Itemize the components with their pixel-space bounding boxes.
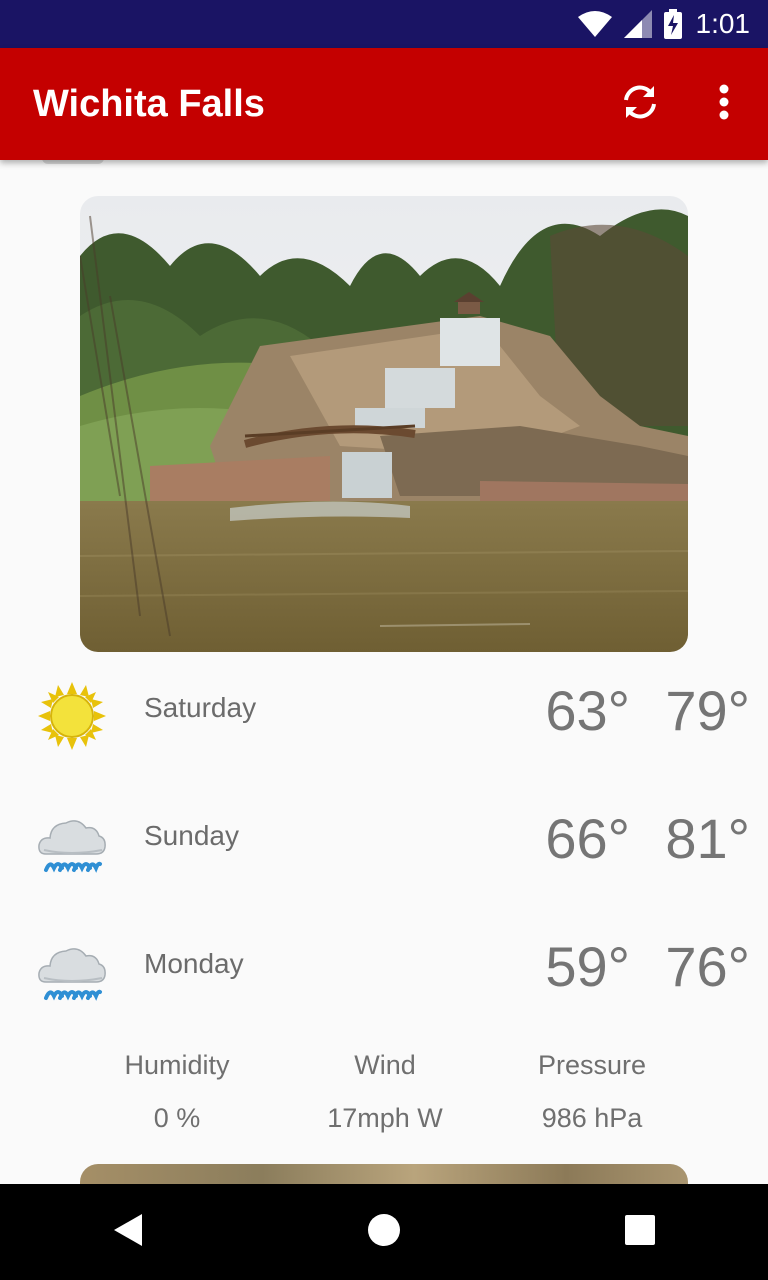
forecast-day: Sunday <box>144 820 239 851</box>
pressure-value: 986 hPa <box>541 1103 643 1133</box>
wind-detail: Wind 17mph W <box>285 1050 485 1134</box>
forecast-row-sunday[interactable]: Sunday 66° 81° <box>0 780 768 908</box>
home-icon <box>367 1213 401 1252</box>
forecast-row-monday[interactable]: Monday 59° 76° <box>0 908 768 1036</box>
forecast-high-temp: 76° <box>665 935 750 998</box>
next-photo-card <box>80 1164 688 1184</box>
refresh-button[interactable] <box>608 72 672 136</box>
rain-icon <box>36 808 108 880</box>
app-bar: Wichita Falls <box>0 48 768 160</box>
status-bar: 1:01 <box>0 0 768 48</box>
rain-icon <box>36 936 108 1008</box>
signal-icon <box>623 10 652 38</box>
recents-icon <box>625 1214 655 1250</box>
battery-charging-icon <box>663 9 682 39</box>
forecast-high-temp: 79° <box>665 679 750 742</box>
wind-value: 17mph W <box>327 1103 443 1133</box>
previous-card-edge <box>42 160 104 164</box>
status-time: 1:01 <box>695 8 751 39</box>
forecast-high-temp: 81° <box>665 807 750 870</box>
forecast-low-temp: 59° <box>545 935 630 998</box>
pressure-detail: Pressure 986 hPa <box>492 1050 692 1134</box>
city-photo <box>80 196 688 652</box>
pressure-label: Pressure <box>537 1050 647 1080</box>
recents-button[interactable] <box>592 1184 688 1280</box>
humidity-label: Humidity <box>124 1050 230 1080</box>
forecast-day: Monday <box>144 948 244 979</box>
humidity-detail: Humidity 0 % <box>77 1050 277 1134</box>
weather-details: Humidity 0 % Wind 17mph W Pressure 986 h… <box>0 1050 768 1150</box>
home-button[interactable] <box>336 1184 432 1280</box>
humidity-value: 0 % <box>153 1103 201 1133</box>
wifi-icon <box>577 11 612 37</box>
sunny-icon <box>36 680 108 752</box>
navigation-bar <box>0 1184 768 1280</box>
refresh-icon <box>618 80 662 129</box>
overflow-menu-button[interactable] <box>692 72 756 136</box>
app-title: Wichita Falls <box>33 82 265 125</box>
forecast-low-temp: 63° <box>545 679 630 742</box>
wind-label: Wind <box>354 1050 416 1080</box>
forecast-row-saturday[interactable]: Saturday 63° 79° <box>0 652 768 780</box>
forecast-day: Saturday <box>144 692 257 723</box>
back-button[interactable] <box>80 1184 176 1280</box>
content-scroll[interactable]: Saturday 63° 79° Sunday 66° 81° Monday 5… <box>0 160 768 1184</box>
forecast-low-temp: 66° <box>545 807 630 870</box>
back-icon <box>112 1212 144 1253</box>
overflow-menu-icon <box>718 84 730 125</box>
